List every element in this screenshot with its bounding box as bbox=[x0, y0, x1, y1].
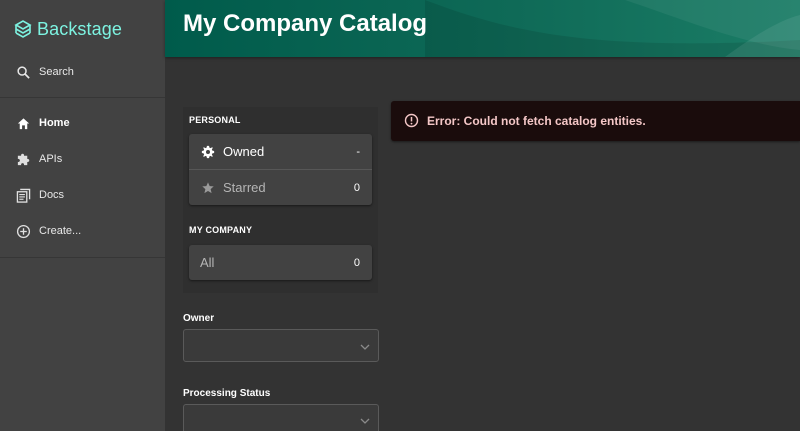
sidebar-item-label: Docs bbox=[39, 189, 65, 201]
processing-status-select[interactable] bbox=[183, 404, 379, 431]
sidebar-search[interactable]: Search bbox=[0, 57, 165, 87]
app-root: Backstage Search Home APIs Docs Create..… bbox=[0, 0, 800, 431]
filter-starred-label: Starred bbox=[223, 180, 266, 195]
backstage-logo-icon bbox=[14, 20, 32, 38]
page-title: My Company Catalog bbox=[183, 10, 428, 37]
filter-owned-count: - bbox=[356, 146, 360, 158]
sidebar-item-create[interactable]: Create... bbox=[0, 216, 165, 246]
sidebar-item-label: Create... bbox=[39, 225, 82, 237]
sidebar-item-docs[interactable]: Docs bbox=[0, 180, 165, 210]
error-message: Error: Could not fetch catalog entities. bbox=[427, 114, 646, 128]
search-icon bbox=[17, 66, 30, 79]
gear-icon bbox=[201, 145, 215, 159]
sidebar-divider bbox=[0, 97, 165, 98]
filter-owned[interactable]: Owned - bbox=[189, 134, 372, 169]
error-outline-icon bbox=[404, 113, 419, 128]
filter-all[interactable]: All 0 bbox=[189, 245, 372, 280]
page-header: My Company Catalog bbox=[165, 0, 800, 57]
personal-group-title: PERSONAL bbox=[189, 115, 241, 125]
chevron-down-icon bbox=[360, 344, 370, 350]
filter-owned-label: Owned bbox=[223, 144, 265, 159]
sidebar-search-label: Search bbox=[39, 66, 74, 78]
sidebar-item-apis[interactable]: APIs bbox=[0, 144, 165, 174]
personal-filter-card: Owned - Starred 0 bbox=[189, 134, 372, 205]
docs-icon bbox=[16, 188, 31, 203]
sidebar: Backstage Search Home APIs Docs Create..… bbox=[0, 0, 165, 431]
filter-all-label: All bbox=[200, 255, 215, 270]
filter-all-count: 0 bbox=[353, 257, 360, 269]
owner-select[interactable] bbox=[183, 329, 379, 362]
filter-starred[interactable]: Starred 0 bbox=[189, 170, 372, 205]
backstage-logo[interactable]: Backstage bbox=[14, 17, 122, 41]
owner-label: Owner bbox=[183, 313, 215, 324]
company-group-title: MY COMPANY bbox=[189, 225, 253, 235]
processing-status-label: Processing Status bbox=[183, 388, 271, 399]
error-banner: Error: Could not fetch catalog entities. bbox=[391, 101, 800, 141]
sidebar-divider bbox=[0, 257, 165, 258]
filter-panel: PERSONAL Owned - Starred 0 MY COMPANY Al… bbox=[183, 107, 378, 293]
add-circle-icon bbox=[16, 224, 31, 239]
home-icon bbox=[17, 118, 30, 130]
logo-text: Backstage bbox=[37, 18, 122, 39]
sidebar-item-home[interactable]: Home bbox=[0, 108, 165, 138]
sidebar-item-label: Home bbox=[39, 117, 70, 129]
filter-starred-count: 0 bbox=[353, 182, 360, 194]
company-filter-card: All 0 bbox=[189, 245, 372, 280]
chevron-down-icon bbox=[360, 418, 370, 424]
puzzle-icon bbox=[17, 153, 30, 166]
star-icon bbox=[202, 182, 214, 194]
sidebar-item-label: APIs bbox=[39, 153, 63, 165]
